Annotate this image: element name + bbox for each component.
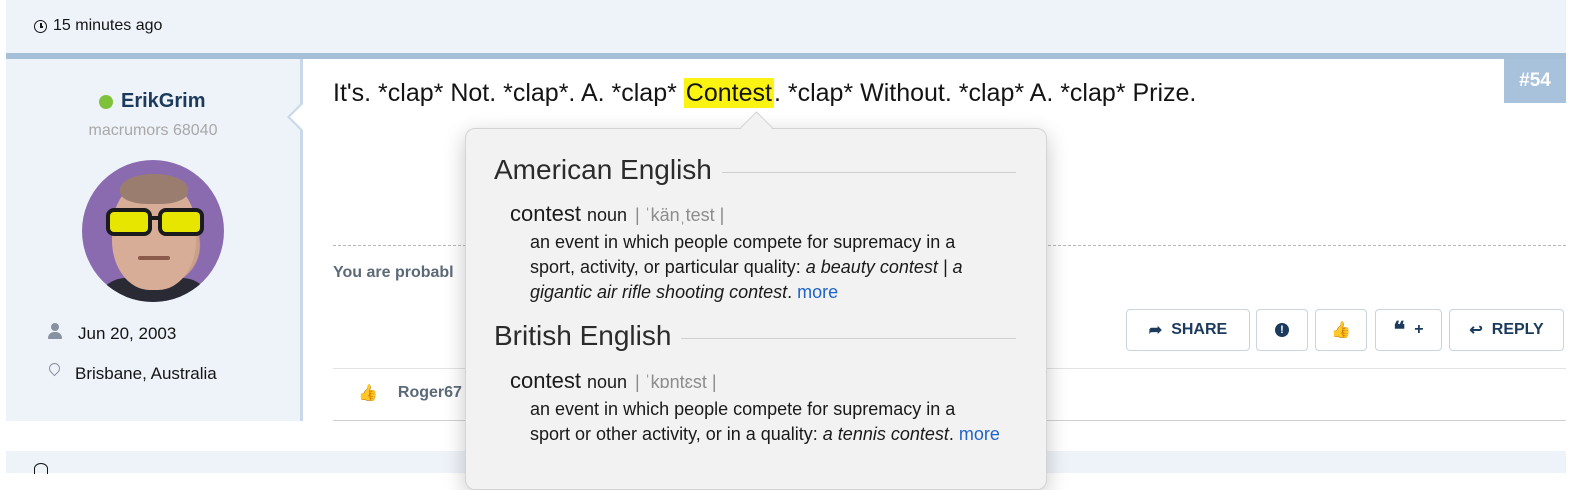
user-joined: Jun 20, 2003 xyxy=(48,323,176,344)
dictionary-section-title: British English xyxy=(494,320,1016,352)
share-button[interactable]: ➦ SHARE xyxy=(1126,309,1250,351)
timestamp-text: 15 minutes ago xyxy=(53,17,163,34)
highlighted-word[interactable]: Contest xyxy=(683,78,774,108)
liker-name[interactable]: Roger67 xyxy=(398,384,462,402)
user-location: Brisbane, Australia xyxy=(48,363,217,384)
thumbs-up-icon: 👍 xyxy=(1331,322,1351,339)
person-icon xyxy=(48,323,62,339)
username[interactable]: ErikGrim xyxy=(99,90,205,113)
map-pin-icon xyxy=(48,363,60,379)
avatar[interactable] xyxy=(82,160,224,302)
multiquote-button[interactable]: ❝ + xyxy=(1375,309,1442,351)
share-icon: ➦ xyxy=(1148,322,1163,339)
post-number[interactable]: #54 xyxy=(1504,59,1566,103)
username-text: ErikGrim xyxy=(121,90,206,112)
dictionary-popup[interactable]: American English contest noun | ˈkänˌtest … xyxy=(465,128,1047,490)
post-header-bar: 15 minutes ago xyxy=(6,0,1566,59)
dictionary-entry: contest noun | ˈkänˌtest | xyxy=(510,201,725,226)
clock-icon xyxy=(34,19,47,33)
dictionary-entry: contest noun | ˈkɒntɛst | xyxy=(510,368,717,393)
more-link[interactable]: more xyxy=(797,282,838,302)
more-link[interactable]: more xyxy=(959,424,1000,444)
user-panel: ErikGrim macrumors 68040 Jun 20, 2003 Br… xyxy=(6,59,303,421)
dictionary-section-title: American English xyxy=(494,154,1016,186)
reply-button[interactable]: ↩ REPLY xyxy=(1449,309,1564,351)
report-icon: ! xyxy=(1275,323,1289,337)
signature-text: You are probabl xyxy=(333,264,454,281)
thumbs-up-icon: 👍 xyxy=(358,385,378,402)
location-text: Brisbane, Australia xyxy=(75,363,217,383)
likes-bar: 👍 Roger67 xyxy=(358,383,462,403)
reply-icon: ↩ xyxy=(1469,322,1483,339)
like-button[interactable]: 👍 xyxy=(1315,309,1367,351)
clock-icon xyxy=(34,463,48,474)
dictionary-definition: an event in which people compete for sup… xyxy=(530,399,1000,444)
post-timestamp[interactable]: 15 minutes ago xyxy=(34,17,162,35)
dictionary-definition: an event in which people compete for sup… xyxy=(530,232,963,302)
user-title: macrumors 68040 xyxy=(88,122,218,139)
quote-icon: ❝ xyxy=(1393,317,1406,342)
online-status-icon xyxy=(99,94,113,109)
joined-date: Jun 20, 2003 xyxy=(78,323,177,343)
report-button[interactable]: ! xyxy=(1256,309,1308,351)
post-message: It's. *clap* Not. *clap*. A. *clap* Cont… xyxy=(333,78,1197,108)
